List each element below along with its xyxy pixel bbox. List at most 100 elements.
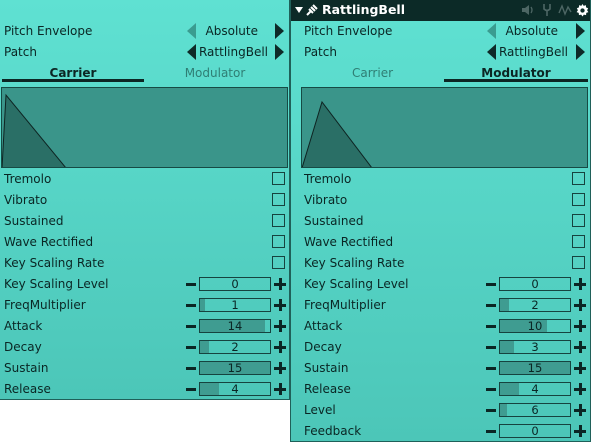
param-value: 4 — [231, 382, 239, 396]
pitch-envelope-label: Pitch Envelope — [304, 24, 393, 38]
pitch-envelope-next-icon[interactable] — [275, 23, 284, 39]
panel-titlebar[interactable]: RattlingBell — [291, 0, 590, 21]
decrement-icon[interactable] — [486, 430, 496, 433]
param-label-freq-multiplier: FreqMultiplier — [4, 298, 86, 312]
increment-icon[interactable] — [274, 278, 286, 290]
vibrato-checkbox[interactable] — [572, 193, 585, 206]
increment-icon[interactable] — [574, 320, 586, 332]
checkbox-label-tremolo: Tremolo — [4, 172, 52, 186]
checkbox-label-key-scaling-rate: Key Scaling Rate — [304, 256, 405, 270]
attack-field[interactable]: 14 — [199, 319, 271, 333]
key-scaling-level-field[interactable]: 0 — [499, 277, 571, 291]
sustained-checkbox[interactable] — [572, 214, 585, 227]
patch-next-icon[interactable] — [275, 44, 284, 60]
param-value: 15 — [527, 361, 543, 375]
feedback-field[interactable]: 0 — [499, 424, 571, 438]
decrement-icon[interactable] — [186, 388, 196, 391]
decrement-icon[interactable] — [486, 283, 496, 286]
patch-prev-icon[interactable] — [487, 44, 496, 60]
param-label-attack: Attack — [304, 319, 343, 333]
release-field[interactable]: 4 — [199, 382, 271, 396]
sustained-checkbox[interactable] — [272, 214, 285, 227]
envelope-shape — [2, 93, 66, 167]
tab-carrier[interactable]: Carrier — [2, 64, 144, 82]
decrement-icon[interactable] — [186, 325, 196, 328]
patch-label: Patch — [304, 45, 337, 59]
param-value: 6 — [531, 403, 539, 417]
patch-label: Patch — [4, 45, 37, 59]
param-label-release: Release — [4, 382, 51, 396]
increment-icon[interactable] — [574, 278, 586, 290]
decrement-icon[interactable] — [486, 304, 496, 307]
param-value: 0 — [531, 277, 539, 291]
param-label-key-scaling-level: Key Scaling Level — [304, 277, 409, 291]
checkbox-label-tremolo: Tremolo — [304, 172, 352, 186]
envelope-shape — [302, 100, 372, 167]
key-scaling-rate-checkbox[interactable] — [572, 256, 585, 269]
increment-icon[interactable] — [274, 299, 286, 311]
tuning-fork-icon[interactable] — [540, 3, 554, 17]
increment-icon[interactable] — [574, 383, 586, 395]
pitch-envelope-label: Pitch Envelope — [4, 24, 93, 38]
envelope-graph[interactable] — [301, 87, 588, 168]
checkbox-label-sustained: Sustained — [4, 214, 64, 228]
gear-icon[interactable] — [575, 3, 590, 18]
param-label-feedback: Feedback — [304, 424, 362, 438]
key-scaling-level-field[interactable]: 0 — [199, 277, 271, 291]
decrement-icon[interactable] — [486, 367, 496, 370]
increment-icon[interactable] — [574, 404, 586, 416]
speaker-icon[interactable] — [520, 3, 534, 17]
modulator-panel: RattlingBell Pitch Envelope Absolute Pat… — [290, 0, 591, 442]
patch-prev-icon[interactable] — [187, 44, 196, 60]
freq-multiplier-field[interactable]: 2 — [499, 298, 571, 312]
increment-icon[interactable] — [274, 383, 286, 395]
tab-modulator[interactable]: Modulator — [144, 64, 286, 82]
tab-modulator[interactable]: Modulator — [444, 64, 588, 82]
sustain-field[interactable]: 15 — [199, 361, 271, 375]
level-field[interactable]: 6 — [499, 403, 571, 417]
release-field[interactable]: 4 — [499, 382, 571, 396]
param-label-sustain: Sustain — [4, 361, 49, 375]
wave-icon[interactable] — [558, 3, 572, 17]
tremolo-checkbox[interactable] — [572, 172, 585, 185]
freq-multiplier-field[interactable]: 1 — [199, 298, 271, 312]
decrement-icon[interactable] — [486, 325, 496, 328]
increment-icon[interactable] — [574, 299, 586, 311]
wave-rectified-checkbox[interactable] — [572, 235, 585, 248]
checkbox-label-wave-rectified: Wave Rectified — [304, 235, 394, 249]
decrement-icon[interactable] — [486, 409, 496, 412]
increment-icon[interactable] — [274, 320, 286, 332]
param-label-attack: Attack — [4, 319, 43, 333]
decay-field[interactable]: 3 — [499, 340, 571, 354]
increment-icon[interactable] — [574, 341, 586, 353]
param-value: 1 — [231, 298, 239, 312]
decay-field[interactable]: 2 — [199, 340, 271, 354]
collapse-icon[interactable] — [295, 7, 303, 13]
pitch-envelope-next-icon[interactable] — [576, 23, 585, 39]
key-scaling-rate-checkbox[interactable] — [272, 256, 285, 269]
tremolo-checkbox[interactable] — [272, 172, 285, 185]
param-value: 0 — [531, 424, 539, 438]
patch-value: RattlingBell — [198, 45, 268, 59]
sustain-field[interactable]: 15 — [499, 361, 571, 375]
param-label-key-scaling-level: Key Scaling Level — [4, 277, 109, 291]
param-value: 2 — [531, 298, 539, 312]
envelope-graph[interactable] — [1, 87, 288, 168]
increment-icon[interactable] — [274, 362, 286, 374]
decrement-icon[interactable] — [486, 346, 496, 349]
tab-carrier[interactable]: Carrier — [301, 64, 444, 82]
decrement-icon[interactable] — [486, 388, 496, 391]
plugin-icon — [306, 4, 318, 16]
increment-icon[interactable] — [574, 362, 586, 374]
decrement-icon[interactable] — [186, 304, 196, 307]
increment-icon[interactable] — [574, 425, 586, 437]
wave-rectified-checkbox[interactable] — [272, 235, 285, 248]
param-value: 2 — [231, 340, 239, 354]
decrement-icon[interactable] — [186, 346, 196, 349]
decrement-icon[interactable] — [186, 367, 196, 370]
increment-icon[interactable] — [274, 341, 286, 353]
patch-next-icon[interactable] — [576, 44, 585, 60]
vibrato-checkbox[interactable] — [272, 193, 285, 206]
attack-field[interactable]: 10 — [499, 319, 571, 333]
decrement-icon[interactable] — [186, 283, 196, 286]
